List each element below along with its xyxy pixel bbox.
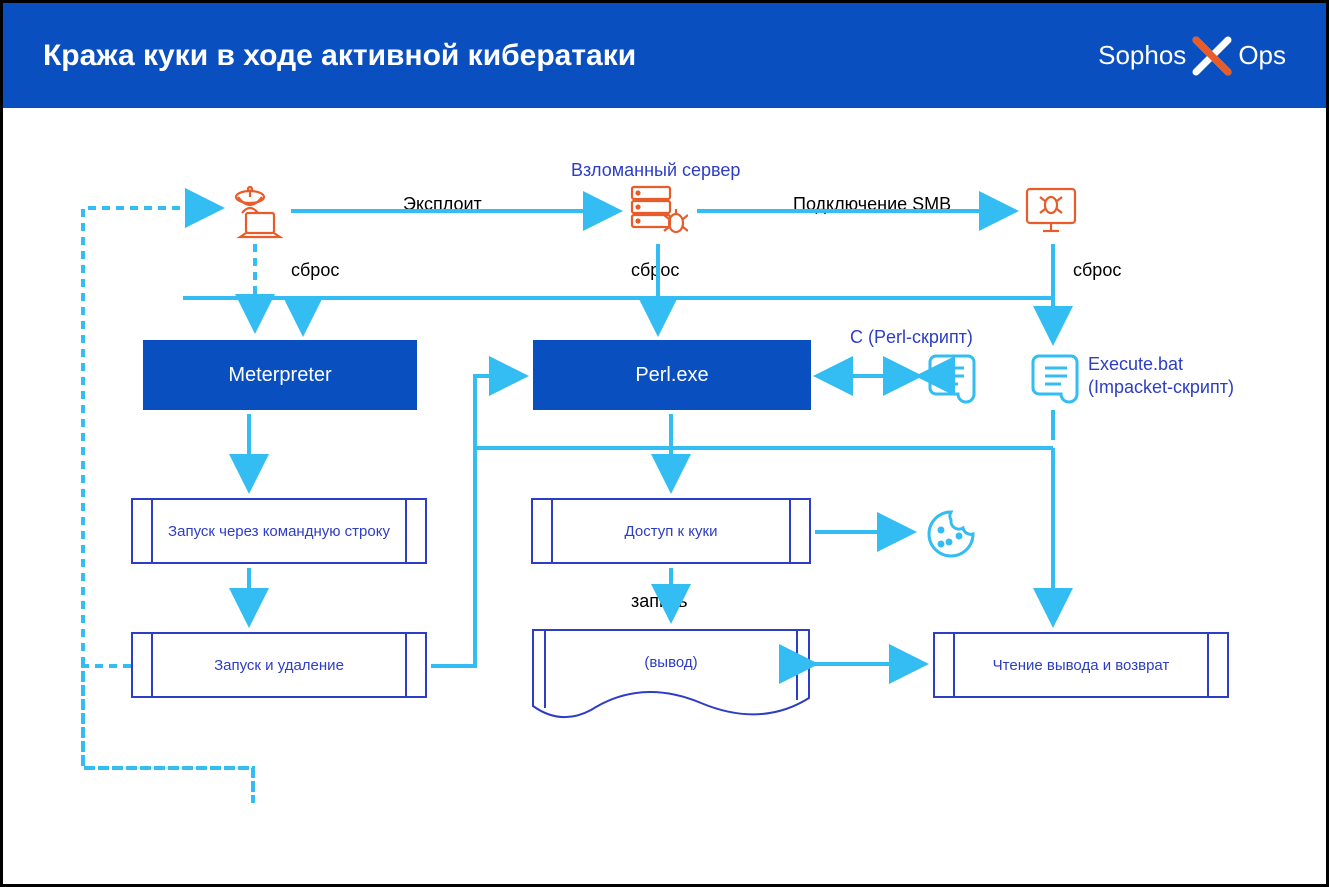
diagram-canvas: Взломанный сервер Эксплоит Подключение S… xyxy=(3,108,1326,884)
label-reset: сброс xyxy=(631,260,679,281)
node-label: Запуск и удаление xyxy=(214,657,344,674)
node-cmd-launch: Запуск через командную строку xyxy=(131,498,427,564)
logo-text-right: Ops xyxy=(1238,40,1286,71)
label-smb: Подключение SMB xyxy=(793,194,951,215)
node-cookie-access: Доступ к куки xyxy=(531,498,811,564)
node-label: Доступ к куки xyxy=(625,523,718,540)
scroll-icon xyxy=(928,348,980,411)
node-launch-delete: Запуск и удаление xyxy=(131,632,427,698)
node-label: Запуск через командную строку xyxy=(168,523,390,540)
label-reset: сброс xyxy=(291,260,339,281)
sophos-xops-logo: Sophos Ops xyxy=(1098,34,1286,78)
node-perl-exe: Perl.exe xyxy=(533,340,811,410)
x-icon xyxy=(1190,34,1234,78)
node-label: Чтение вывода и возврат xyxy=(993,657,1170,674)
hacker-icon xyxy=(228,183,284,244)
node-label: Meterpreter xyxy=(228,364,331,387)
node-label: (вывод) xyxy=(531,654,811,671)
logo-text-left: Sophos xyxy=(1098,40,1186,71)
label-exploit: Эксплоит xyxy=(403,194,482,215)
label-reset: сброс xyxy=(1073,260,1121,281)
node-label: Perl.exe xyxy=(635,364,708,387)
label-c-perl: C (Perl-скрипт) xyxy=(850,327,973,348)
label-hacked-server: Взломанный сервер xyxy=(571,160,740,181)
scroll-icon xyxy=(1031,348,1083,411)
label-write: запись xyxy=(631,591,687,612)
node-meterpreter: Meterpreter xyxy=(143,340,417,410)
node-read-return: Чтение вывода и возврат xyxy=(933,632,1229,698)
header: Кража куки в ходе активной кибератаки So… xyxy=(3,3,1326,108)
label-execute-bat: Execute.bat (Impacket-скрипт) xyxy=(1088,353,1234,400)
server-bug-icon xyxy=(628,183,688,244)
node-output: (вывод) xyxy=(531,628,811,708)
cookie-icon xyxy=(923,506,979,567)
infected-pc-icon xyxy=(1023,183,1079,244)
page-title: Кража куки в ходе активной кибератаки xyxy=(43,39,636,73)
